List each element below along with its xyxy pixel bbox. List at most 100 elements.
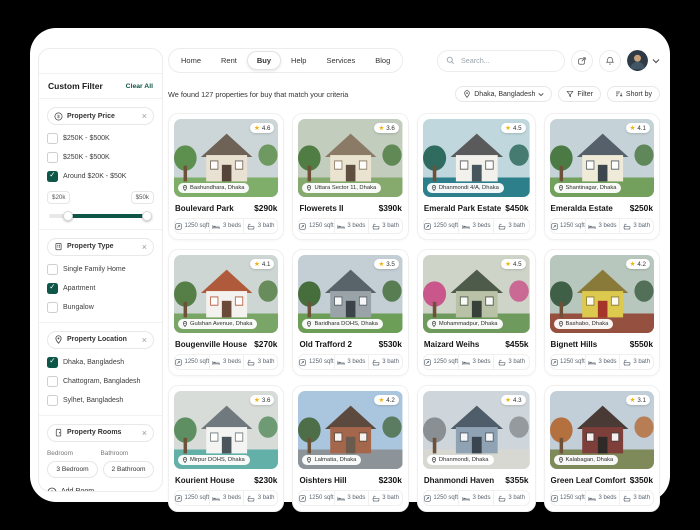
slider-handle-max[interactable]	[142, 211, 152, 221]
filter-option[interactable]: Apartment	[47, 283, 154, 294]
property-photo: ★ 3.1 Kalabagan, Dhaka	[550, 391, 654, 469]
rating-badge: ★ 4.3	[501, 395, 525, 405]
property-card[interactable]: ★ 4.1 Shantinagar, Dhaka Emeralda Estate…	[544, 113, 660, 240]
property-photo: ★ 3.5 Baridhara DOHS, Dhaka	[298, 255, 402, 333]
share-button[interactable]	[571, 50, 593, 72]
property-title-row: Oishters Hill $230k	[298, 475, 402, 485]
location-chip-label: Dhanmondi 4/A, Dhaka	[439, 185, 499, 191]
feature-beds: 3 beds	[458, 355, 493, 369]
property-price: $350k	[630, 475, 653, 485]
sort-button[interactable]: Short by	[607, 86, 660, 102]
filter-option[interactable]: Single Family Home	[47, 264, 154, 275]
filter-option-label: Apartment	[63, 285, 95, 292]
nav-item-home[interactable]: Home	[171, 51, 211, 70]
filter-option[interactable]: Around $20K - $50K	[47, 171, 154, 182]
door-icon	[54, 428, 63, 437]
filter-option[interactable]: Dhaka, Bangladesh	[47, 357, 154, 368]
nav-item-buy[interactable]: Buy	[247, 51, 281, 70]
feature-beds: 3 beds	[585, 491, 619, 505]
nav-item-blog[interactable]: Blog	[365, 51, 400, 70]
close-icon[interactable]: ×	[142, 244, 147, 250]
slider-track[interactable]	[49, 214, 152, 218]
checkbox[interactable]	[47, 376, 58, 387]
clear-all-button[interactable]: Clear All	[126, 83, 153, 90]
filter-section-type: Property Type×Single Family HomeApartmen…	[39, 230, 162, 323]
rating-badge: ★ 4.5	[501, 259, 525, 269]
bed-icon	[337, 359, 345, 366]
location-chip: Mirpur DOHS, Dhaka	[178, 455, 250, 465]
filter-option[interactable]: Sylhet, Bangladesh	[47, 395, 154, 406]
property-card[interactable]: ★ 3.5 Baridhara DOHS, Dhaka Old Trafford…	[292, 249, 408, 376]
search-input[interactable]	[459, 55, 556, 66]
property-card[interactable]: ★ 4.2 Bashabo, Dhaka Bignett Hills $550k…	[544, 249, 660, 376]
property-card[interactable]: ★ 4.6 Bashundhara, Dhaka Boulevard Park …	[168, 113, 284, 240]
notifications-button[interactable]	[599, 50, 621, 72]
property-card[interactable]: ★ 4.1 Gulshan Avenue, Dhaka Bougenville …	[168, 249, 284, 376]
property-features: 1250 sqft 3 beds 3 bath	[298, 218, 402, 234]
property-card[interactable]: ★ 3.1 Kalabagan, Dhaka Green Leaf Comfor…	[544, 385, 660, 512]
checkbox[interactable]	[47, 171, 58, 182]
rooms-field-value[interactable]: 3 Bedroom	[47, 461, 98, 478]
search-box[interactable]	[437, 50, 565, 72]
account-chevron-down-icon[interactable]	[652, 58, 660, 64]
feature-sqft: 1250 sqft	[424, 355, 458, 369]
feature-sqft: 1250 sqft	[175, 355, 209, 369]
custom-filter-title: Custom Filter	[48, 81, 103, 91]
bath-icon	[247, 495, 255, 502]
feature-bath: 3 bath	[493, 491, 528, 505]
checkbox[interactable]	[47, 264, 58, 275]
location-selector[interactable]: Dhaka, Bangladesh	[455, 86, 552, 102]
checkbox[interactable]	[47, 357, 58, 368]
bed-icon	[588, 495, 596, 502]
property-features: 1250 sqft 3 beds 3 bath	[423, 218, 530, 234]
filter-button[interactable]: Filter	[558, 86, 601, 102]
nav-item-help[interactable]: Help	[281, 51, 316, 70]
property-name: Flowerets II	[299, 204, 343, 213]
filter-option[interactable]: Bungalow	[47, 302, 154, 313]
checkbox[interactable]	[47, 395, 58, 406]
plus-circle-icon	[47, 487, 57, 493]
nav-item-rent[interactable]: Rent	[211, 51, 247, 70]
rating-value: 3.5	[386, 261, 395, 268]
filter-option[interactable]: Chattogram, Bangladesh	[47, 376, 154, 387]
close-icon[interactable]: ×	[142, 430, 147, 436]
feature-bath: 3 bath	[493, 355, 528, 369]
property-price: $390k	[379, 203, 402, 213]
rating-badge: ★ 4.6	[250, 123, 274, 133]
property-photo: ★ 4.6 Bashundhara, Dhaka	[174, 119, 278, 197]
checkbox[interactable]	[47, 152, 58, 163]
property-card[interactable]: ★ 4.3 Dhanmondi, Dhaka Dhanmondi Haven $…	[417, 385, 536, 512]
property-card[interactable]: ★ 3.6 Mirpur DOHS, Dhaka Kourient House …	[168, 385, 284, 512]
property-title-row: Green Leaf Comfort $350k	[550, 475, 654, 485]
slider-handle-min[interactable]	[63, 211, 73, 221]
rooms-field-value[interactable]: 2 Bathroom	[103, 461, 154, 478]
property-card[interactable]: ★ 4.5 Dhanmondi 4/A, Dhaka Emerald Park …	[417, 113, 536, 240]
filter-section-location: Property Location×Dhaka, BangladeshChatt…	[39, 323, 162, 416]
feature-sqft: 1250 sqft	[299, 355, 333, 369]
add-room-button[interactable]: Add Room	[47, 487, 154, 493]
filter-option-label: Single Family Home	[63, 266, 126, 273]
area-icon	[551, 223, 558, 230]
bath-icon	[498, 495, 506, 502]
rating-value: 4.6	[262, 125, 271, 132]
close-icon[interactable]: ×	[142, 337, 147, 343]
pin-icon	[54, 335, 63, 344]
main-content: HomeRentBuyHelpServicesBlog	[168, 28, 660, 502]
property-photo: ★ 4.5 Dhanmondi 4/A, Dhaka	[423, 119, 530, 197]
sidebar-logo-area	[39, 49, 162, 74]
checkbox[interactable]	[47, 283, 58, 294]
property-card[interactable]: ★ 4.5 Mohammadpur, Dhaka Maizard Weihs $…	[417, 249, 536, 376]
filter-option[interactable]: $250K - $500K	[47, 133, 154, 144]
checkbox[interactable]	[47, 133, 58, 144]
feature-bath: 3 bath	[243, 219, 277, 233]
filter-option-label: $250K - $500K	[63, 135, 110, 142]
user-avatar[interactable]	[627, 50, 648, 71]
property-card[interactable]: ★ 3.6 Uttara Sector 11, Dhaka Flowerets …	[292, 113, 408, 240]
topbar: HomeRentBuyHelpServicesBlog	[168, 48, 660, 73]
filter-option[interactable]: $250K - $500K	[47, 152, 154, 163]
property-card[interactable]: ★ 4.2 Lalmatia, Dhaka Oishters Hill $230…	[292, 385, 408, 512]
nav-item-services[interactable]: Services	[316, 51, 365, 70]
bed-icon	[212, 495, 220, 502]
checkbox[interactable]	[47, 302, 58, 313]
close-icon[interactable]: ×	[142, 113, 147, 119]
